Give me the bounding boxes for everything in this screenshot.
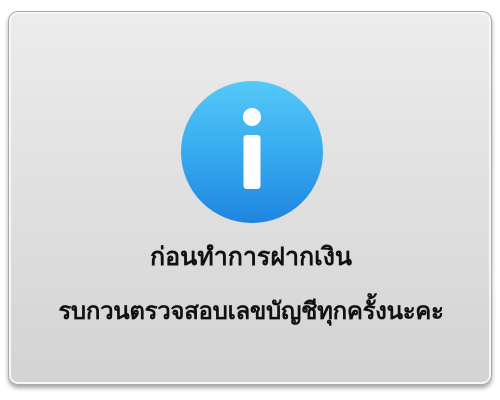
info-icon xyxy=(180,80,324,224)
message-line-2: รบกวนตรวจสอบเลขบัญชีทุกครั้งนะคะ xyxy=(58,297,444,325)
info-dialog: ก่อนทำการฝากเงิน รบกวนตรวจสอบเลขบัญชีทุก… xyxy=(8,11,492,385)
message-line-1: ก่อนทำการฝากเงิน xyxy=(149,242,353,271)
